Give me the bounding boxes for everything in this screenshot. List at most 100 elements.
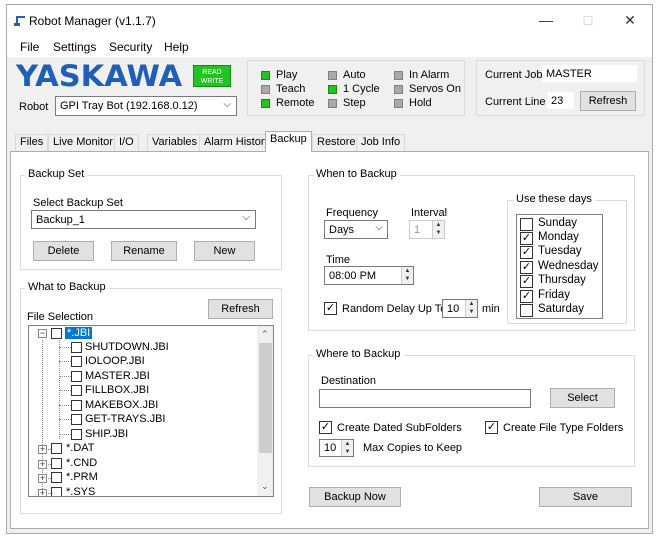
frequency-select[interactable]: Days ⌵ (324, 220, 388, 239)
read-write-badge-line1: READ (202, 69, 222, 76)
tree-checkbox-sys[interactable] (51, 487, 62, 496)
tree-node-get-trays[interactable]: GET-TRAYS.JBI (85, 413, 165, 425)
tab-variables[interactable]: Variables (147, 134, 203, 151)
tree-checkbox-fillbox[interactable] (71, 385, 82, 396)
tree-scrollbar-thumb[interactable] (259, 343, 272, 453)
tree-checkbox-ship[interactable] (71, 429, 82, 440)
tree-node-ioloop[interactable]: IOLOOP.JBI (85, 355, 145, 367)
day-checkbox-sunday[interactable] (520, 218, 533, 231)
tree-expand-icon[interactable]: + (38, 474, 47, 483)
tree-guide-root (42, 340, 43, 495)
menu-file[interactable]: File (20, 40, 39, 54)
menu-bar: File Settings Security Help (7, 35, 652, 57)
max-copies-spinner-icon[interactable]: ▲ ▼ (341, 440, 353, 456)
destination-field[interactable] (319, 389, 531, 408)
robot-select-value: GPI Tray Bot (192.168.0.12) (60, 100, 198, 112)
tab-live-monitor[interactable]: Live Monitor (48, 134, 118, 151)
tree-node-shutdown[interactable]: SHUTDOWN.JBI (85, 341, 169, 353)
tree-checkbox-ioloop[interactable] (71, 356, 82, 367)
day-checkbox-monday[interactable]: ✓ (520, 232, 533, 245)
new-button[interactable]: New (194, 241, 255, 261)
tree-connector (59, 405, 71, 406)
scroll-down-icon[interactable]: ⌄ (261, 481, 269, 492)
menu-security[interactable]: Security (109, 40, 152, 54)
tree-checkbox-prm[interactable] (51, 472, 62, 483)
tree-checkbox-makebox[interactable] (71, 400, 82, 411)
tree-scrollbar[interactable]: ⌃ ⌄ (257, 326, 273, 496)
tree-node-dat[interactable]: *.DAT (66, 442, 95, 454)
interval-field[interactable]: 1 ▲ ▼ (409, 220, 445, 239)
robot-select[interactable]: GPI Tray Bot (192.168.0.12) ⌵ (55, 96, 237, 116)
minimize-button[interactable]: — (526, 9, 566, 31)
where-to-backup-group-label: Where to Backup (313, 348, 404, 360)
file-refresh-button[interactable]: Refresh (208, 299, 273, 319)
tree-node-prm[interactable]: *.PRM (66, 471, 98, 483)
tree-checkbox-shutdown[interactable] (71, 342, 82, 353)
tree-expand-icon[interactable]: + (38, 460, 47, 469)
day-checkbox-saturday[interactable] (520, 304, 533, 317)
status-led-teach (261, 85, 270, 94)
delete-button[interactable]: Delete (33, 241, 94, 261)
random-delay-label: Random Delay Up To (342, 303, 447, 315)
tab-files[interactable]: Files (15, 134, 49, 151)
tree-checkbox-master[interactable] (71, 371, 82, 382)
random-delay-checkbox[interactable]: ✓ (324, 302, 337, 315)
random-delay-unit: min (482, 303, 500, 315)
day-checkbox-wednesday[interactable]: ✓ (520, 261, 533, 274)
file-type-folders-checkbox[interactable]: ✓ (485, 421, 498, 434)
time-spinner-icon[interactable]: ▲ ▼ (401, 267, 413, 284)
tab-backup[interactable]: Backup (265, 131, 312, 152)
menu-settings[interactable]: Settings (53, 40, 96, 54)
app-window: Robot Manager (v1.1.7) — □ ✕ File Settin… (6, 4, 653, 534)
when-to-backup-group-label: When to Backup (313, 168, 400, 180)
job-panel: Current Job MASTER Current Line 23 Refre… (476, 60, 645, 116)
interval-spinner-icon[interactable]: ▲ ▼ (432, 221, 444, 238)
day-label-wednesday: Wednesday (538, 260, 599, 272)
robot-label: Robot (19, 101, 49, 113)
tree-node-ship[interactable]: SHIP.JBI (85, 428, 128, 440)
interval-value: 1 (414, 223, 421, 236)
tree-collapse-icon[interactable]: − (38, 329, 47, 338)
maximize-button[interactable]: □ (568, 9, 608, 31)
tab-restore[interactable]: Restore (312, 134, 361, 151)
tree-checkbox-cnd[interactable] (51, 458, 62, 469)
backup-set-select-value: Backup_1 (36, 213, 85, 226)
tab-alarm-history[interactable]: Alarm History (199, 134, 276, 151)
status-label-play: Play (276, 69, 298, 81)
day-checkbox-thursday[interactable]: ✓ (520, 275, 533, 288)
day-checkbox-tuesday[interactable]: ✓ (520, 246, 533, 259)
random-delay-field[interactable]: 10 ▲ ▼ (442, 299, 478, 318)
tree-node-master[interactable]: MASTER.JBI (85, 370, 150, 382)
tree-checkbox-jbi[interactable] (51, 328, 62, 339)
job-refresh-button[interactable]: Refresh (580, 91, 636, 111)
rename-button[interactable]: Rename (111, 241, 177, 261)
day-label-sunday: Sunday (538, 217, 578, 229)
tree-node-jbi[interactable]: *.JBI (65, 327, 93, 339)
tree-node-makebox[interactable]: MAKEBOX.JBI (85, 399, 158, 411)
select-destination-button[interactable]: Select (550, 388, 615, 408)
backup-now-button[interactable]: Backup Now (309, 487, 401, 507)
day-checkbox-friday[interactable]: ✓ (520, 290, 533, 303)
tab-job-info[interactable]: Job Info (356, 134, 406, 151)
scroll-up-icon[interactable]: ⌃ (261, 329, 269, 340)
tree-node-sys[interactable]: *.SYS (66, 486, 95, 496)
tree-checkbox-dat[interactable] (51, 443, 62, 454)
backup-set-select[interactable]: Backup_1 ⌵ (31, 210, 256, 229)
tab-io[interactable]: I/O (114, 134, 139, 151)
tree-checkbox-get-trays[interactable] (71, 414, 82, 425)
tree-node-fillbox[interactable]: FILLBOX.JBI (85, 384, 149, 396)
current-job-label: Current Job (485, 69, 543, 81)
max-copies-field[interactable]: 10 ▲ ▼ (319, 439, 354, 457)
time-field[interactable]: 08:00 PM ▲ ▼ (324, 266, 414, 285)
robot-arm-icon (14, 16, 25, 26)
tree-expand-icon[interactable]: + (38, 445, 47, 454)
random-delay-spinner-icon[interactable]: ▲ ▼ (465, 300, 477, 317)
current-line-label: Current Line (485, 96, 546, 108)
status-led-in-alarm (394, 71, 403, 80)
menu-help[interactable]: Help (164, 40, 189, 54)
dated-subfolders-checkbox[interactable]: ✓ (319, 421, 332, 434)
tree-node-cnd[interactable]: *.CND (66, 457, 97, 469)
close-button[interactable]: ✕ (610, 9, 650, 31)
save-button[interactable]: Save (539, 487, 632, 507)
tree-expand-icon[interactable]: + (38, 489, 47, 496)
